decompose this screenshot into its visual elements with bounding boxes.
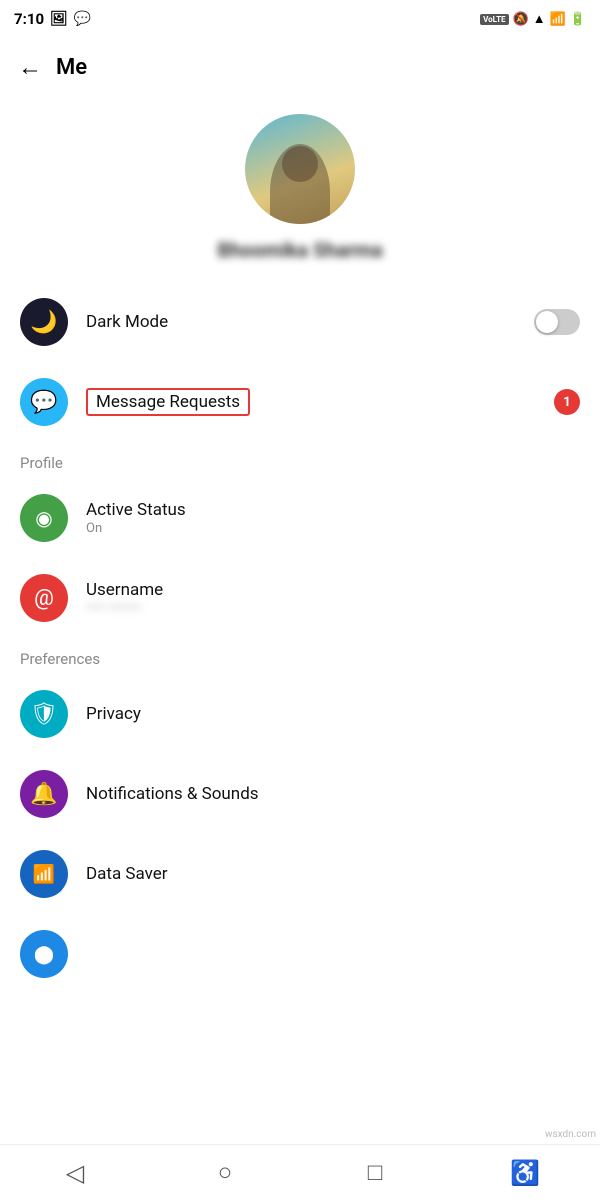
message-requests-label: Message Requests (96, 392, 240, 412)
username-icon-circle: @ (20, 574, 68, 622)
status-bar: 7:10 🖼 💬 VoLTE 🔕 ▲ 📶 🔋 (0, 0, 600, 38)
active-status-col: Active Status On (86, 500, 580, 536)
top-nav: ← Me (0, 38, 600, 96)
more-item[interactable]: ⬤ (0, 914, 600, 994)
nav-back-icon: ◁ (66, 1159, 84, 1187)
dark-mode-label: Dark Mode (86, 312, 534, 332)
nav-recent-icon: □ (368, 1158, 383, 1187)
nav-accessibility-button[interactable]: ♿ (495, 1153, 555, 1193)
privacy-label: Privacy (86, 704, 580, 724)
more-icon: ⬤ (34, 944, 54, 965)
bottom-nav: ◁ ○ □ ♿ (0, 1144, 600, 1200)
page-title: Me (56, 55, 87, 80)
profile-section: Bhoomika Sharma (0, 96, 600, 282)
volte-badge: VoLTE (480, 14, 508, 25)
nav-back-button[interactable]: ◁ (45, 1153, 105, 1193)
privacy-item[interactable]: 🛡 Privacy (0, 674, 600, 754)
notifications-label: Notifications & Sounds (86, 784, 580, 804)
time-label: 7:10 (14, 10, 44, 28)
status-time: 7:10 🖼 💬 (14, 10, 91, 28)
wifi-icon: ▲ (533, 11, 546, 27)
dark-mode-icon-circle: 🌙 (20, 298, 68, 346)
back-button[interactable]: ← (18, 53, 42, 82)
messenger-icon: 💬 (74, 11, 91, 27)
active-status-item[interactable]: ◉ Active Status On (0, 478, 600, 558)
data-saver-label: Data Saver (86, 864, 580, 884)
at-icon: @ (34, 586, 54, 611)
message-requests-icon-circle: 💬 (20, 378, 68, 426)
preferences-header-label: Preferences (20, 650, 100, 668)
username-col: Username •••• ••••••• (86, 580, 580, 616)
data-saver-item[interactable]: 📶 Data Saver (0, 834, 600, 914)
bell-icon: 🔔 (30, 782, 57, 807)
message-requests-highlight: Message Requests (86, 388, 250, 416)
avatar[interactable] (245, 114, 355, 224)
active-status-label: Active Status (86, 500, 580, 520)
nav-recent-button[interactable]: □ (345, 1153, 405, 1193)
profile-name: Bhoomika Sharma (217, 238, 382, 262)
message-requests-badge: 1 (554, 389, 580, 415)
signal-icon: 📶 (550, 12, 566, 27)
username-label: Username (86, 580, 580, 600)
radio-button-icon: ◉ (35, 506, 52, 530)
privacy-icon-circle: 🛡 (20, 690, 68, 738)
more-icon-circle: ⬤ (20, 930, 68, 978)
watermark-text: wsxdn.com (545, 1129, 596, 1140)
active-status-icon-circle: ◉ (20, 494, 68, 542)
battery-icon: 🔋 (570, 12, 586, 27)
nav-home-button[interactable]: ○ (195, 1153, 255, 1193)
message-requests-item[interactable]: 💬 Message Requests 1 (0, 362, 600, 442)
nav-home-icon: ○ (218, 1158, 233, 1187)
username-value: •••• ••••••• (86, 600, 580, 616)
dark-mode-toggle[interactable] (534, 309, 580, 335)
chat-bubble-icon: 💬 (30, 390, 57, 415)
shield-icon: 🛡 (30, 702, 58, 727)
mute-icon: 🔕 (513, 12, 529, 27)
gallery-icon: 🖼 (50, 11, 68, 27)
username-item[interactable]: @ Username •••• ••••••• (0, 558, 600, 638)
active-status-sublabel: On (86, 521, 580, 536)
profile-section-header: Profile (0, 442, 600, 478)
dark-mode-item[interactable]: 🌙 Dark Mode (0, 282, 600, 362)
notifications-icon-circle: 🔔 (20, 770, 68, 818)
preferences-section-header: Preferences (0, 638, 600, 674)
profile-header-label: Profile (20, 454, 63, 472)
avatar-body (270, 144, 330, 224)
nav-accessibility-icon: ♿ (510, 1159, 540, 1187)
moon-icon: 🌙 (30, 310, 57, 335)
status-icons: VoLTE 🔕 ▲ 📶 🔋 (480, 11, 586, 27)
notifications-item[interactable]: 🔔 Notifications & Sounds (0, 754, 600, 834)
wifi-lock-icon: 📶 (33, 864, 55, 885)
toggle-knob (536, 311, 558, 333)
data-saver-icon-circle: 📶 (20, 850, 68, 898)
watermark: wsxdn.com (541, 1127, 600, 1142)
